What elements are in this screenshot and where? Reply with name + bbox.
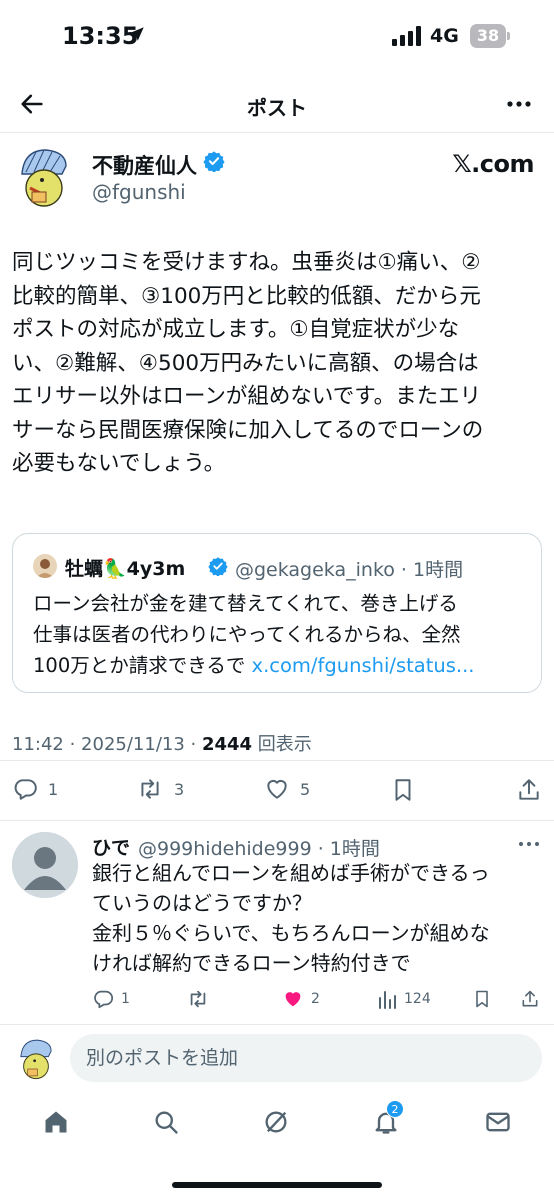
share-button[interactable] bbox=[516, 776, 542, 804]
author-handle[interactable]: @fgunshi bbox=[92, 180, 186, 204]
quoted-author-handle: @gekageka_inko · 1時間 bbox=[235, 559, 464, 581]
network-type: 4G bbox=[430, 25, 459, 47]
home-indicator bbox=[172, 1182, 382, 1188]
views-chart-icon bbox=[379, 991, 396, 1009]
reply-reply-button[interactable]: 1 bbox=[92, 988, 130, 1010]
reply-like-button[interactable]: 2 bbox=[282, 988, 320, 1010]
reply-repost-button[interactable] bbox=[186, 988, 210, 1010]
battery-icon: 38 bbox=[470, 24, 506, 48]
reply-text: 銀行と組んでローンを組めば手術ができるっ ていうのはどうですか？ 金利５％ぐらい… bbox=[92, 858, 544, 978]
share-icon bbox=[522, 990, 538, 1007]
quoted-link[interactable]: x.com/fgunshi/status... bbox=[252, 654, 475, 677]
heart-icon bbox=[267, 779, 287, 799]
reply-count: 1 bbox=[48, 779, 59, 799]
quoted-text-line: ローン会社が金を建て替えてくれて、巻き上げる bbox=[33, 592, 458, 615]
divider bbox=[0, 132, 554, 133]
reply-icon bbox=[14, 779, 37, 800]
tab-notifications[interactable]: 2 bbox=[372, 1100, 404, 1140]
source-label: 𝕏.com bbox=[452, 150, 534, 178]
post-meta: 11:42 · 2025/11/13 · 2444 回表示 bbox=[12, 730, 312, 756]
mail-icon bbox=[486, 1112, 510, 1132]
heart-filled-icon bbox=[285, 992, 301, 1007]
reply-text-line: 銀行と組んでローンを組めば手術ができるっ bbox=[92, 861, 490, 885]
reply-button[interactable]: 1 bbox=[12, 776, 58, 802]
more-options-icon[interactable] bbox=[506, 94, 532, 114]
tab-grok[interactable] bbox=[262, 1108, 290, 1140]
verified-badge-icon bbox=[208, 557, 228, 576]
view-count: 2444 bbox=[201, 734, 253, 755]
quoted-text-line: 100万とか請求できるで x.com/fgunshi/status... bbox=[33, 650, 529, 681]
bookmark-icon bbox=[395, 779, 411, 801]
repost-icon bbox=[141, 779, 159, 799]
reply-action-bar: 1 2 124 bbox=[0, 988, 554, 1014]
post-text-line: 必要もないでしょう。 bbox=[12, 451, 226, 476]
divider bbox=[0, 820, 554, 821]
reply-view-count: 124 bbox=[404, 991, 431, 1007]
quoted-post-text: ローン会社が金を建て替えてくれて、巻き上げる 仕事は医者の代わりにやってくれるか… bbox=[33, 588, 529, 681]
home-icon bbox=[45, 1111, 67, 1133]
status-time: 13:35 bbox=[62, 22, 139, 50]
reply-views-button[interactable]: 124 bbox=[377, 988, 431, 1010]
like-count: 5 bbox=[300, 779, 311, 799]
post-text-line: ポストの対応が成立します。①自覚症状が少な bbox=[12, 317, 460, 342]
post-text-line: 同じツッコミを受けますね。虫垂炎は①痛い、② bbox=[12, 250, 481, 275]
my-avatar bbox=[14, 1036, 58, 1080]
verified-badge-icon bbox=[203, 151, 225, 172]
search-icon bbox=[155, 1111, 178, 1134]
quoted-author-name: 牡蠣🦜4y3m bbox=[65, 558, 186, 580]
reply-author-handle[interactable]: @999hidehide999 · 1時間 bbox=[138, 834, 380, 861]
reply-reply-count: 1 bbox=[121, 991, 130, 1007]
reply-text-line: ていうのはどうですか？ bbox=[92, 891, 312, 915]
tab-search[interactable] bbox=[152, 1108, 180, 1140]
grok-icon bbox=[265, 1111, 287, 1133]
quoted-text-line: 仕事は医者の代わりにやってくれるからね、全然 bbox=[33, 623, 461, 646]
quoted-post-card[interactable]: 牡蠣🦜4y3m @gekageka_inko · 1時間 ローン会社が金を建て替… bbox=[12, 533, 542, 693]
repost-button[interactable]: 3 bbox=[136, 776, 184, 802]
post-timestamp: 11:42 · 2025/11/13 · bbox=[12, 734, 202, 755]
reply-author-avatar[interactable] bbox=[12, 832, 78, 898]
notification-badge: 2 bbox=[386, 1100, 404, 1118]
reply-share-button[interactable] bbox=[520, 988, 540, 1010]
more-options-icon[interactable] bbox=[518, 836, 540, 852]
author-name[interactable]: 不動産仙人 bbox=[92, 150, 197, 180]
reply-icon bbox=[94, 990, 114, 1009]
quoted-text-prefix: 100万とか請求できるで bbox=[33, 654, 252, 677]
cellular-signal-icon bbox=[392, 26, 421, 46]
like-button[interactable]: 5 bbox=[264, 776, 310, 802]
top-nav: ポスト bbox=[0, 76, 554, 132]
location-arrow-icon bbox=[130, 27, 144, 41]
repost-icon bbox=[190, 990, 206, 1008]
divider bbox=[0, 1024, 554, 1025]
reply-like-count: 2 bbox=[311, 991, 320, 1007]
post-text-line: エリサー以外はローンが組めないです。またエリ bbox=[12, 384, 482, 409]
bookmark-button[interactable] bbox=[390, 776, 416, 804]
reply-bookmark-button[interactable] bbox=[472, 988, 492, 1010]
post-action-bar: 1 3 5 bbox=[0, 776, 554, 808]
post-text-line: 比較的簡単、③100万円と比較的低額、だから元 bbox=[12, 283, 481, 309]
share-icon bbox=[519, 779, 539, 800]
add-post-input[interactable] bbox=[70, 1034, 542, 1082]
view-label: 回表示 bbox=[252, 734, 312, 755]
post-text-line: サーなら民間医療保険に加入してるのでローンの bbox=[12, 417, 484, 443]
author-avatar[interactable] bbox=[12, 144, 76, 208]
divider bbox=[0, 760, 554, 761]
bottom-tab-bar: 2 bbox=[0, 1098, 554, 1158]
reply-text-line: 金利５％ぐらいで、もちろんローンが組めな bbox=[92, 921, 490, 945]
post-text: 同じツッコミを受けますね。虫垂炎は①痛い、② 比較的簡単、③100万円と比較的低… bbox=[12, 246, 546, 481]
add-post-field[interactable] bbox=[70, 1034, 542, 1082]
bookmark-icon bbox=[476, 990, 488, 1008]
repost-count: 3 bbox=[174, 779, 185, 799]
tab-messages[interactable] bbox=[484, 1108, 512, 1140]
battery-tip bbox=[507, 32, 510, 40]
page-title: ポスト bbox=[247, 96, 307, 120]
post-text-line: い、②難解、④500万円みたいに高額、の場合は bbox=[12, 350, 479, 376]
status-bar: 13:35 4G 38 bbox=[0, 0, 554, 72]
reply-author-name[interactable]: ひで bbox=[92, 833, 130, 860]
quoted-author-avatar bbox=[33, 554, 57, 578]
tab-home[interactable] bbox=[42, 1108, 70, 1140]
reply-text-line: ければ解約できるローン特約付きで bbox=[92, 951, 411, 975]
